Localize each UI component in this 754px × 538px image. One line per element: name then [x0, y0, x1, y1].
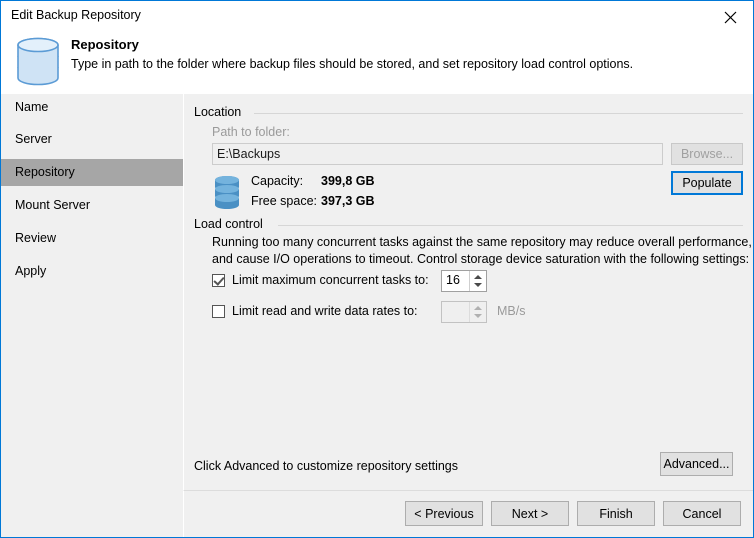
- path-to-folder-input[interactable]: E:\Backups: [212, 143, 663, 165]
- path-to-folder-label: Path to folder:: [212, 125, 290, 139]
- repository-settings-panel: Location Path to folder: E:\Backups Brow…: [184, 94, 753, 490]
- load-control-description-line2: and cause I/O operations to timeout. Con…: [212, 252, 750, 266]
- database-icon: [215, 176, 239, 209]
- repository-database-icon: [17, 37, 59, 86]
- sidebar-item-apply[interactable]: Apply: [1, 258, 183, 285]
- advanced-hint: Click Advanced to customize repository s…: [194, 459, 459, 473]
- cancel-button[interactable]: Cancel: [663, 501, 741, 526]
- spinner-up-icon[interactable]: [474, 275, 482, 279]
- window-title: Edit Backup Repository: [11, 8, 141, 22]
- header-description: Type in path to the folder where backup …: [71, 57, 634, 71]
- load-control-description-line1: Running too many concurrent tasks agains…: [212, 235, 752, 249]
- limit-rates-spinner-buttons[interactable]: [469, 302, 486, 322]
- browse-button[interactable]: Browse...: [671, 143, 743, 165]
- location-group: Location Path to folder: E:\Backups Brow…: [194, 105, 743, 215]
- limit-tasks-value[interactable]: 16: [446, 273, 460, 287]
- capacity-label: Capacity:: [251, 174, 304, 188]
- sidebar-item-server[interactable]: Server: [1, 126, 183, 153]
- sidebar-item-repository[interactable]: Repository: [1, 159, 183, 186]
- previous-button[interactable]: < Previous: [405, 501, 483, 526]
- spinner-down-icon[interactable]: [474, 283, 482, 287]
- location-group-label: Location: [194, 105, 248, 119]
- limit-rates-checkbox-row[interactable]: Limit read and write data rates to:: [212, 304, 418, 318]
- location-group-rule: [254, 113, 743, 114]
- footer-sidebar-divider: [183, 491, 184, 537]
- limit-rates-unit-label: MB/s: [497, 304, 526, 318]
- limit-tasks-checkbox[interactable]: [212, 273, 225, 287]
- limit-rates-checkbox[interactable]: [212, 304, 225, 318]
- sidebar-item-review[interactable]: Review: [1, 225, 183, 252]
- title-bar: Edit Backup Repository: [1, 1, 753, 31]
- limit-tasks-spinner[interactable]: 16: [441, 270, 487, 292]
- capacity-value: 399,8 GB: [321, 174, 375, 188]
- sidebar-item-name[interactable]: Name: [1, 94, 183, 121]
- next-button[interactable]: Next >: [491, 501, 569, 526]
- load-control-group-rule: [278, 225, 743, 226]
- sidebar-item-mount-server[interactable]: Mount Server: [1, 192, 183, 219]
- limit-rates-label: Limit read and write data rates to:: [232, 304, 418, 318]
- spinner-down-icon[interactable]: [474, 314, 482, 318]
- spinner-up-icon[interactable]: [474, 306, 482, 310]
- close-icon: [724, 11, 737, 24]
- footer-left-fill: [1, 491, 183, 537]
- header-title: Repository: [71, 37, 139, 52]
- advanced-button[interactable]: Advanced...: [660, 452, 733, 476]
- limit-tasks-checkbox-row[interactable]: Limit maximum concurrent tasks to:: [212, 273, 429, 287]
- wizard-steps-sidebar: Name Server Repository Mount Server Revi…: [1, 94, 183, 490]
- dialog-header: Repository Type in path to the folder wh…: [1, 31, 753, 94]
- populate-button[interactable]: Populate: [671, 171, 743, 195]
- load-control-group: Load control Running too many concurrent…: [194, 217, 752, 327]
- free-space-label: Free space:: [251, 194, 318, 208]
- limit-tasks-label: Limit maximum concurrent tasks to:: [232, 273, 429, 287]
- limit-rates-spinner[interactable]: [441, 301, 487, 323]
- free-space-value: 397,3 GB: [321, 194, 375, 208]
- load-control-group-label: Load control: [194, 217, 269, 231]
- edit-backup-repository-dialog: Edit Backup Repository Repository Type i…: [0, 0, 754, 538]
- limit-tasks-spinner-buttons[interactable]: [469, 271, 486, 291]
- finish-button[interactable]: Finish: [577, 501, 655, 526]
- close-button[interactable]: [708, 1, 753, 30]
- dialog-footer: < Previous Next > Finish Cancel: [1, 491, 753, 537]
